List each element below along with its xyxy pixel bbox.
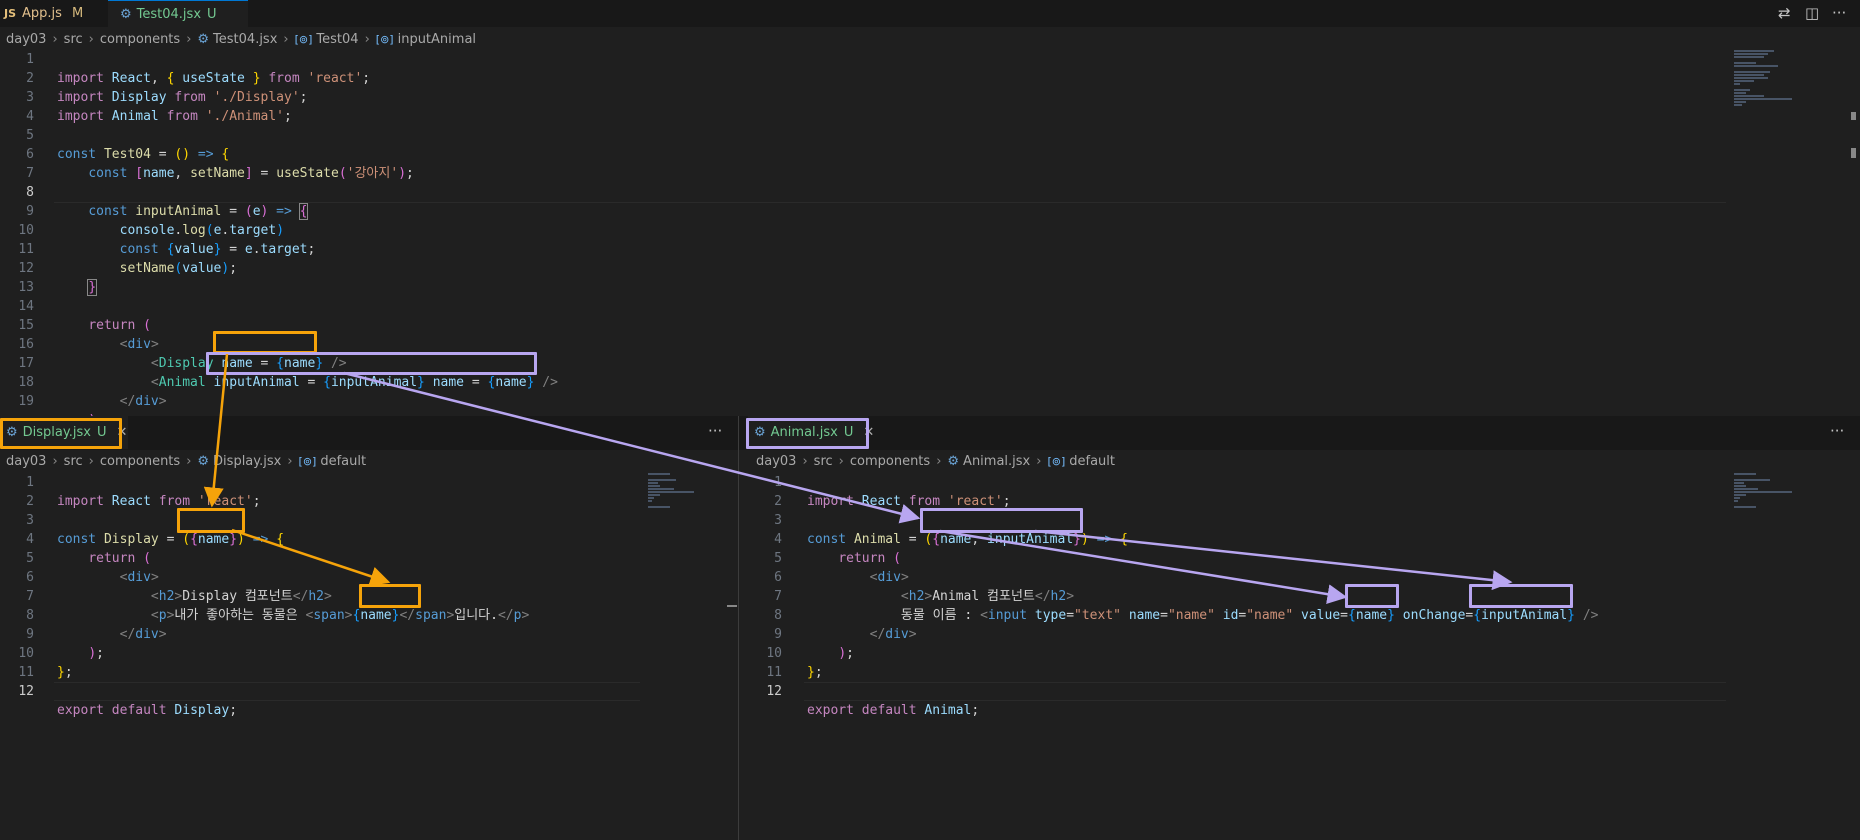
arrow-animal-value	[939, 529, 1348, 605]
prop-flow-arrows	[203, 353, 1513, 605]
arrow-display-name	[203, 353, 229, 508]
arrow-animal-props	[343, 371, 921, 524]
arrow-animal-onchange	[1034, 529, 1513, 591]
arrow-display-span	[231, 528, 391, 586]
